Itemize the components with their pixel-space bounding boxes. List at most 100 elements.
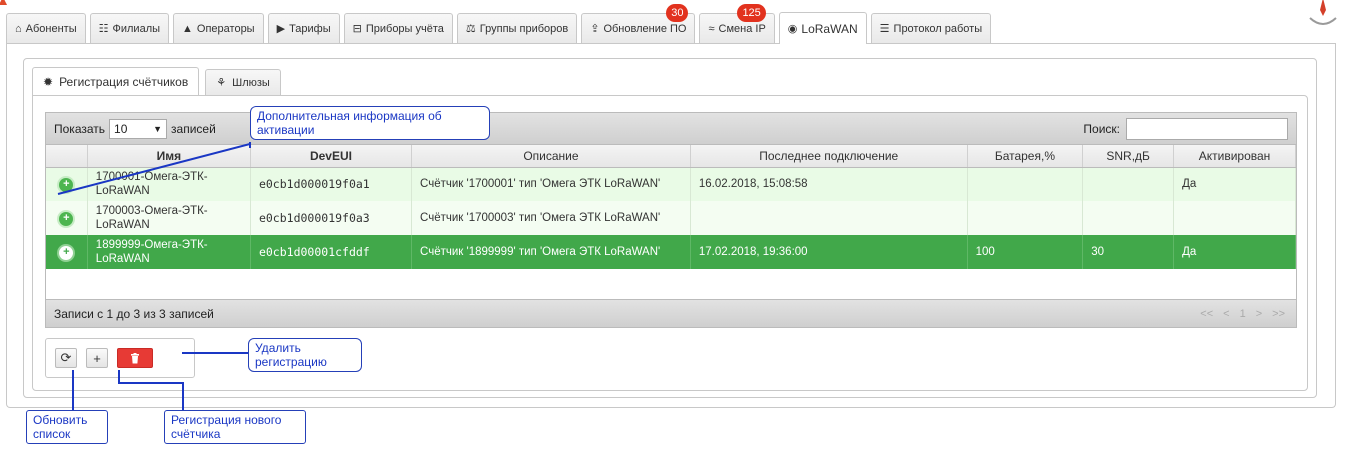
plus-icon: +: [93, 350, 101, 366]
show-label: Показать: [54, 121, 106, 136]
cell-snr: [1082, 201, 1175, 235]
pagination: << <1 > >>: [1197, 307, 1288, 321]
cell-deveui: e0cb1d000019f0a3: [250, 201, 413, 235]
callout-delete: Удалить регистрацию: [248, 338, 362, 372]
table-footer-bar: Записи с 1 до 3 из 3 записей << <1 > >>: [46, 299, 1296, 327]
cell-battery: [967, 201, 1084, 235]
cell-snr: 30: [1082, 235, 1175, 269]
cell-deveui: e0cb1d000019f0a1: [250, 167, 413, 201]
refresh-icon: ⟳: [60, 350, 72, 365]
table-row[interactable]: +1700003-Омега-ЭТК-LoRaWAN e0cb1d000019f0…: [46, 201, 1296, 235]
cell-last-connection: 16.02.2018, 15:08:58: [690, 167, 968, 201]
cell-description: Счётчик '1700003' тип 'Омега ЭТК LoRaWAN…: [411, 201, 691, 235]
tab-tag[interactable]: ▶ Тарифы: [267, 13, 340, 43]
tab-user[interactable]: ▲ Операторы: [173, 13, 264, 43]
tab-sitemap[interactable]: ☷ Филиалы: [89, 13, 170, 43]
sub-tab-bar: ✹ Регистрация счётчиков ⚘ Шлюзы: [32, 67, 287, 95]
caret-down-icon: ▼: [153, 123, 163, 134]
tab-label: Шлюзы: [232, 76, 270, 89]
tab-pin[interactable]: ◉ LoRaWAN: [778, 12, 867, 44]
callout-line: [182, 382, 184, 410]
tab-list[interactable]: ☰ Протокол работы: [870, 13, 992, 43]
column-header-activated[interactable]: Активирован: [1173, 145, 1296, 168]
cell-activated: [1173, 201, 1296, 235]
home-icon: ⌂: [15, 22, 22, 35]
delete-button[interactable]: [117, 348, 153, 368]
tab-label: Приборы учёта: [365, 22, 444, 35]
tab-label: Регистрация счётчиков: [59, 74, 189, 89]
tab-home[interactable]: ⌂ Абоненты: [6, 13, 86, 43]
gear-icon: ✹: [43, 74, 54, 89]
cell-snr: [1082, 167, 1175, 201]
trash-icon: [131, 352, 139, 363]
search-input[interactable]: [1126, 117, 1288, 140]
cell-activated: Да: [1173, 235, 1296, 269]
tab-gateways[interactable]: ⚘ Шлюзы: [205, 69, 281, 95]
callout-extra-info: Дополнительная информация об активации: [250, 106, 490, 140]
records-label: записей: [171, 121, 216, 136]
callout-line: [182, 352, 248, 354]
tab-meter-registration[interactable]: ✹ Регистрация счётчиков: [32, 67, 200, 95]
pager-button[interactable]: >>: [1269, 307, 1288, 321]
app-logo-fragment: ▲: [0, 0, 10, 8]
scale-icon: ⚖: [465, 23, 476, 35]
tab-label: Тарифы: [289, 22, 331, 35]
row-expand-cell[interactable]: +: [46, 201, 88, 235]
rss-icon: ≈: [708, 22, 715, 35]
pager-button[interactable]: <<: [1197, 307, 1216, 321]
cell-description: Счётчик '1700001' тип 'Омега ЭТК LoRaWAN…: [411, 167, 691, 201]
upload-icon: ⇪: [590, 23, 600, 35]
main-tab-bar: ⌂ Абоненты ☷ Филиалы ▲ Операторы ▶ Тарифы ⊟ Прибо…: [6, 4, 1336, 44]
refresh-button[interactable]: ⟳: [55, 348, 77, 368]
table-info: Записи с 1 до 3 из 3 записей: [54, 306, 214, 321]
cell-last-connection: [690, 201, 968, 235]
tab-label: Группы приборов: [479, 22, 569, 35]
pager-button[interactable]: >: [1253, 307, 1265, 321]
tab-label: Абоненты: [25, 22, 77, 35]
pager-button[interactable]: <: [1220, 307, 1232, 321]
cell-deveui: e0cb1d00001cfddf: [250, 235, 413, 269]
sitemap-icon: ☷: [98, 23, 109, 35]
cell-battery: [967, 167, 1084, 201]
expand-plus-icon[interactable]: +: [59, 211, 74, 226]
column-header-battery[interactable]: Батарея,%: [967, 145, 1084, 168]
tag-icon: ▶: [276, 23, 286, 35]
callout-refresh: Обновить список: [26, 410, 108, 444]
search-label: Поиск:: [1083, 121, 1120, 136]
tab-scale[interactable]: ⚖ Группы приборов: [456, 13, 578, 43]
tab-rss[interactable]: ≈ Смена IP 125: [699, 4, 775, 43]
tab-meter[interactable]: ⊟ Приборы учёта: [343, 13, 453, 43]
count-badge: 30: [666, 4, 689, 22]
column-header-last-connection[interactable]: Последнее подключение: [690, 145, 968, 168]
page-length-select[interactable]: 10 ▼: [109, 118, 168, 139]
page-length-value: 10: [114, 121, 128, 136]
column-header-snr[interactable]: SNR,дБ: [1082, 145, 1175, 168]
cell-name: 1700003-Омега-ЭТК-LoRaWAN: [87, 201, 251, 235]
callout-line: [72, 370, 74, 410]
add-button[interactable]: +: [86, 348, 108, 368]
callout-line: [118, 382, 184, 384]
tab-label: Обновление ПО: [603, 22, 687, 35]
search-control: Поиск:: [1083, 117, 1288, 140]
cogs-icon: ⚘: [216, 77, 227, 89]
lorawan-panel: ✹ Регистрация счётчиков ⚘ Шлюзы Показать 10…: [23, 58, 1317, 398]
row-expand-cell[interactable]: +: [46, 235, 88, 269]
cell-last-connection: 17.02.2018, 19:36:00: [690, 235, 968, 269]
column-header-description[interactable]: Описание: [411, 145, 691, 168]
callout-arrow-line: [57, 142, 251, 195]
tab-label: Протокол работы: [893, 22, 983, 35]
cell-description: Счётчик '1899999' тип 'Омега ЭТК LoRaWAN…: [411, 235, 691, 269]
list-icon: ☰: [879, 23, 890, 35]
tab-upload[interactable]: ⇪ Обновление ПО 30: [581, 4, 696, 43]
cell-battery: 100: [967, 235, 1084, 269]
meter-icon: ⊟: [352, 23, 362, 35]
column-header-deveui[interactable]: DevEUI: [250, 145, 413, 168]
tab-label: Филиалы: [112, 22, 161, 35]
user-icon: ▲: [182, 22, 193, 35]
table-row[interactable]: +1899999-Омега-ЭТК-LoRaWAN e0cb1d00001cfd…: [46, 235, 1296, 269]
count-badge: 125: [737, 4, 766, 22]
cell-activated: Да: [1173, 167, 1296, 201]
expand-plus-icon[interactable]: +: [59, 245, 74, 260]
pager-button[interactable]: 1: [1237, 307, 1249, 321]
pin-icon: ◉: [787, 23, 798, 35]
